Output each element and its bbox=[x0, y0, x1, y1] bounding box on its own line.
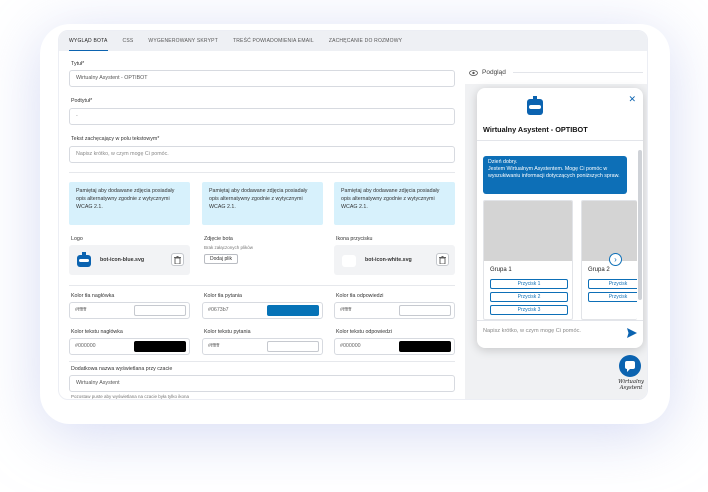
answer-text-value: #000000 bbox=[340, 343, 361, 349]
greeting-text: Dzień dobry. Jestem Wirtualnym Asystente… bbox=[488, 159, 620, 179]
header-divider bbox=[477, 140, 643, 141]
chat-input[interactable]: Napisz krótko, w czym mogę Ci pomóc. bbox=[483, 328, 581, 334]
tab-email-notification[interactable]: TREŚĆ POWIADOMIENIA EMAIL bbox=[233, 31, 314, 51]
subtitle-label: Podtytuł* bbox=[71, 98, 93, 104]
color-swatch[interactable] bbox=[399, 341, 451, 352]
header-text-input[interactable]: #000000 bbox=[69, 338, 190, 355]
header-bg-value: #ffffff bbox=[75, 307, 87, 313]
preview-panel: Podgląd ✕ Wirtualny Asystent - OPTIBOT D… bbox=[465, 57, 647, 399]
group-image bbox=[484, 201, 572, 261]
preview-heading: Podgląd bbox=[469, 69, 506, 76]
no-files-text: Brak załączonych plików bbox=[204, 245, 254, 250]
prompt-label: Tekst zachęcający w polu tekstowym* bbox=[71, 136, 160, 142]
launcher-label-line2: Asystent bbox=[619, 385, 643, 391]
button-icon-label: Ikona przycisku bbox=[336, 236, 373, 242]
logo-file-box: bot-icon-blue.svg bbox=[69, 245, 190, 275]
bot-blue-icon bbox=[77, 252, 91, 267]
chat-scrollbar[interactable] bbox=[638, 144, 642, 320]
header-bg-label: Kolor tła nagłówka bbox=[71, 293, 115, 299]
group-button[interactable]: Przycisk bbox=[588, 279, 637, 289]
launcher-label: Wirtualny Asystent bbox=[614, 379, 647, 391]
logo-label: Logo bbox=[71, 236, 83, 242]
answer-bg-label: Kolor tła odpowiedzi bbox=[336, 293, 384, 299]
settings-form: Tytuł* Wirtualny Asystent - OPTIBOT Podt… bbox=[69, 57, 455, 399]
send-icon[interactable] bbox=[627, 328, 637, 338]
title-input[interactable]: Wirtualny Asystent - OPTIBOT bbox=[69, 70, 455, 87]
group-button[interactable]: Przycisk 3 bbox=[490, 305, 568, 315]
color-swatch[interactable] bbox=[399, 305, 451, 316]
tab-generated-script[interactable]: WYGENEROWANY SKRYPT bbox=[148, 31, 218, 51]
button-icon-file-box: bot-icon-white.svg bbox=[334, 245, 455, 275]
header-text-label: Kolor tekstu nagłówka bbox=[71, 329, 123, 335]
tab-conversation-prompt[interactable]: ZACHĘCANIE DO ROZMOWY bbox=[329, 31, 402, 51]
divider bbox=[69, 285, 455, 286]
answer-bg-value: #ffffff bbox=[340, 307, 352, 313]
bot-settings-card: WYGLĄD BOTA CSS WYGENEROWANY SKRYPT TREŚ… bbox=[58, 30, 648, 400]
title-label: Tytuł* bbox=[71, 61, 85, 67]
logo-filename: bot-icon-blue.svg bbox=[100, 257, 145, 263]
extra-name-input[interactable]: Wirtualny Asystent bbox=[69, 375, 455, 392]
tab-bar: WYGLĄD BOTA CSS WYGENEROWANY SKRYPT TREŚ… bbox=[59, 31, 647, 51]
header-bg-input[interactable]: #ffffff bbox=[69, 302, 190, 319]
question-bg-value: #0673b7 bbox=[208, 307, 229, 313]
group-title: Grupa 2 bbox=[588, 267, 610, 273]
question-text-label: Kolor tekstu pytania bbox=[204, 329, 251, 335]
wcag-info-box: Pamiętaj aby dodawane zdjęcia posiadały … bbox=[334, 182, 455, 225]
wcag-info-box: Pamiętaj aby dodawane zdjęcia posiadały … bbox=[202, 182, 323, 225]
color-swatch[interactable] bbox=[134, 305, 186, 316]
tab-bot-appearance[interactable]: WYGLĄD BOTA bbox=[69, 31, 108, 51]
prompt-input[interactable]: Napisz krótko, w czym mogę Ci pomóc. bbox=[69, 146, 455, 163]
group-button[interactable]: Przycisk 1 bbox=[490, 279, 568, 289]
delete-button-icon-button[interactable] bbox=[436, 253, 449, 266]
answer-text-label: Kolor tekstu odpowiedzi bbox=[336, 329, 392, 335]
divider bbox=[69, 361, 455, 362]
extra-name-label: Dodatkowa nazwa wyświetlana przy czacie bbox=[71, 366, 173, 372]
delete-logo-button[interactable] bbox=[171, 253, 184, 266]
bot-white-icon bbox=[342, 255, 356, 267]
question-bg-input[interactable]: #0673b7 bbox=[202, 302, 323, 319]
chat-widget: ✕ Wirtualny Asystent - OPTIBOT Dzień dob… bbox=[477, 88, 643, 348]
button-icon-filename: bot-icon-white.svg bbox=[365, 257, 412, 263]
bot-image-label: Zdjęcie bota bbox=[204, 236, 233, 242]
eye-icon bbox=[469, 69, 478, 76]
answer-bg-input[interactable]: #ffffff bbox=[334, 302, 455, 319]
wcag-info-box: Pamiętaj aby dodawane zdjęcia posiadały … bbox=[69, 182, 190, 225]
color-swatch[interactable] bbox=[267, 305, 319, 316]
group-card: Grupa 1 Przycisk 1 Przycisk 2 Przycisk 3 bbox=[483, 200, 573, 320]
chat-launcher-button[interactable] bbox=[619, 355, 641, 377]
greeting-bubble: Dzień dobry. Jestem Wirtualnym Asystente… bbox=[483, 156, 627, 194]
chat-title: Wirtualny Asystent - OPTIBOT bbox=[483, 125, 588, 134]
question-text-value: #ffffff bbox=[208, 343, 220, 349]
color-swatch[interactable] bbox=[134, 341, 186, 352]
group-button[interactable]: Przycisk bbox=[588, 292, 637, 302]
input-divider bbox=[477, 320, 643, 321]
subtitle-input[interactable]: - bbox=[69, 108, 455, 125]
preview-label: Podgląd bbox=[482, 69, 506, 76]
header-text-value: #000000 bbox=[75, 343, 96, 349]
close-icon[interactable]: ✕ bbox=[628, 94, 636, 105]
group-button[interactable]: Przycisk 2 bbox=[490, 292, 568, 302]
scrollbar-thumb[interactable] bbox=[638, 150, 642, 300]
bot-avatar-icon bbox=[527, 96, 543, 115]
tab-css[interactable]: CSS bbox=[123, 31, 134, 51]
add-file-button[interactable]: Dodaj plik bbox=[204, 254, 238, 264]
chat-bubble-icon bbox=[625, 361, 635, 372]
question-text-input[interactable]: #ffffff bbox=[202, 338, 323, 355]
preview-divider bbox=[513, 72, 643, 73]
answer-text-input[interactable]: #000000 bbox=[334, 338, 455, 355]
question-bg-label: Kolor tła pytania bbox=[204, 293, 242, 299]
group-image bbox=[582, 201, 637, 261]
group-title: Grupa 1 bbox=[490, 267, 512, 273]
chevron-right-icon[interactable]: › bbox=[609, 253, 622, 266]
trash-icon bbox=[439, 255, 446, 264]
trash-icon bbox=[174, 255, 181, 264]
color-swatch[interactable] bbox=[267, 341, 319, 352]
divider bbox=[69, 172, 455, 173]
extra-name-hint: Pozostaw puste aby wyświetlana na czacie… bbox=[71, 394, 190, 399]
